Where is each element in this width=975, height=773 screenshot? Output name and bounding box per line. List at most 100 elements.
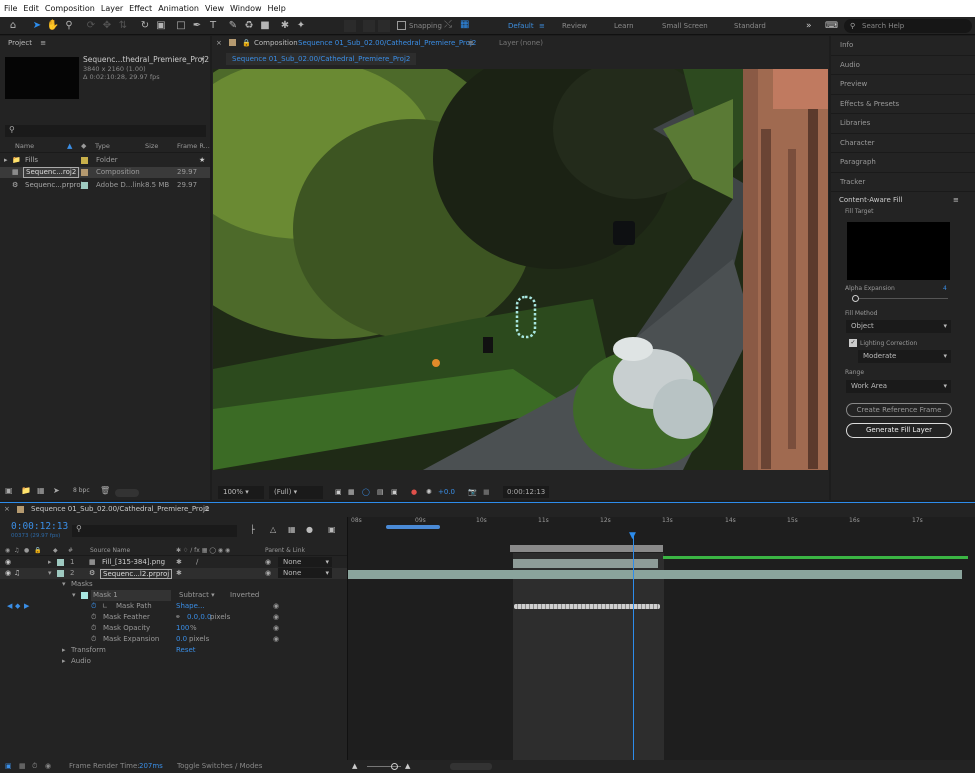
transform-row[interactable]: ▸ Transform Reset [0,645,347,656]
project-row-composition[interactable]: ▦ Sequenc...roj2 Composition 29.97 [0,167,210,178]
sort-arrow-icon[interactable]: ▲ [67,142,72,150]
menu-effect[interactable]: Effect [129,4,152,13]
panel-menu-icon[interactable]: ≡ [953,194,959,206]
axis-view-icon[interactable] [378,20,390,32]
alpha-expansion-slider[interactable] [853,298,948,299]
zoom-out-icon[interactable]: ▲ [352,760,357,773]
parent-select[interactable]: None ▾ [278,557,332,567]
prop-value[interactable]: Shape... [176,601,205,612]
next-keyframe-icon[interactable]: ▶ [24,601,29,612]
zoom-in-icon[interactable]: ▲ [405,760,410,773]
mask-mode-select[interactable]: Subtract ▾ [179,590,215,601]
video-switch-icon[interactable]: ◉ [5,545,10,556]
channel-icon[interactable]: ● [411,484,417,500]
project-search-input[interactable]: ⚲ [5,125,206,137]
snap-feature-icon[interactable]: ▦ [460,19,469,30]
label-color-chip[interactable] [57,559,64,566]
render-time-icon[interactable]: ◉ [45,760,51,773]
horizontal-scrollbar[interactable] [450,763,492,770]
project-row-dynamic-link[interactable]: ⚙ Sequenc...prproj Adobe D...link 8.5 MB… [0,180,210,191]
region-icon[interactable]: ▣ [335,484,342,500]
eraser-tool-icon[interactable]: ■ [258,19,272,33]
quality-switch-icon[interactable]: ∕ [196,557,198,568]
axis-world-icon[interactable] [363,20,375,32]
source-name-header[interactable]: Source Name [90,545,130,556]
expand-arrow-icon[interactable]: ▸ [4,155,8,166]
workspaces-overflow-icon[interactable]: » [806,17,812,35]
label-color-chip[interactable] [81,169,88,176]
transform-reset[interactable]: Reset [176,645,196,656]
graph-icon[interactable]: ∟ [102,601,108,612]
workspace-review[interactable]: Review [562,17,587,35]
panel-menu-icon[interactable]: ≡ [204,503,210,516]
masks-group-row[interactable]: ▾ Masks [0,579,347,590]
expression-pickwhip-icon[interactable]: ◉ [273,634,279,645]
lock-icon[interactable]: 🔒 [242,36,251,50]
audio-row[interactable]: ▸ Audio [0,656,347,667]
mask-opacity-row[interactable]: ⏱ Mask Opacity 100 % ◉ [0,623,347,634]
col-frame-rate[interactable]: Frame R... [177,142,210,150]
pan-tool-icon[interactable]: ✥ [100,19,114,33]
timeline-timecode[interactable]: 0:00:12:13 [11,521,68,532]
composition-tab-name[interactable]: Sequence 01_Sub_02.00/Cathedral_Premiere… [298,36,476,50]
parent-select[interactable]: None ▾ [278,568,332,578]
notifications-icon[interactable]: ⌨ [825,17,838,35]
menu-animation[interactable]: Animation [158,4,199,13]
menu-edit[interactable]: Edit [23,4,39,13]
panel-info[interactable]: Info [831,36,975,56]
dolly-tool-icon[interactable]: ⇅ [116,19,130,33]
rotate-tool-icon[interactable]: ↻ [138,19,152,33]
thumbnail-size-slider[interactable] [115,489,139,497]
delete-icon[interactable]: 🗑 [100,486,110,495]
layer-name[interactable]: Fill_[315-384].png [102,557,165,568]
views-icon[interactable]: ▣ [391,484,398,500]
label-color-chip[interactable] [81,182,88,189]
expression-pickwhip-icon[interactable]: ◉ [273,601,279,612]
composition-tab-label[interactable]: Composition [254,36,298,50]
alpha-expansion-value[interactable]: 4 [943,285,947,292]
mask-expansion-row[interactable]: ⏱ Mask Expansion 0.0 pixels ◉ [0,634,347,645]
shy-switch-icon[interactable]: ✱ [176,568,182,579]
panel-menu-icon[interactable]: ≡ [468,36,474,50]
draft-3d-icon[interactable]: △ [270,525,276,534]
menu-window[interactable]: Window [230,4,262,13]
zoom-select[interactable]: 100% ▾ [218,486,264,499]
panel-character[interactable]: Character [831,134,975,153]
mask-color-chip[interactable] [81,592,88,599]
composition-viewer[interactable] [213,69,828,470]
layer-name[interactable]: Sequenc...l2.prproj [100,569,173,579]
mask-path-row[interactable]: ◀ ◆ ▶ ⏱ ∟ Mask Path Shape... ◉ [0,601,347,612]
menu-layer[interactable]: Layer [101,4,123,13]
brush-tool-icon[interactable]: ✎ [226,19,240,33]
flowchart-icon[interactable]: ★ [199,155,205,166]
panel-menu-icon[interactable]: ≡ [40,39,46,47]
motion-blur-icon[interactable]: ● [306,525,313,534]
mask-inverted-label[interactable]: Inverted [230,590,259,601]
snap-options-icon[interactable]: ⤯ [444,19,452,30]
expand-arrow-icon[interactable]: ▸ [48,557,52,568]
transfer-controls-icon[interactable]: ▦ [19,760,26,773]
panel-preview[interactable]: Preview [831,75,975,95]
timeline-tab-name[interactable]: Sequence 01_Sub_02.00/Cathedral_Premiere… [31,503,209,516]
axis-mode-icon[interactable] [344,20,356,32]
snapshot-icon[interactable]: 📷 [468,484,477,500]
prop-value[interactable]: 100 [176,623,189,634]
panel-audio[interactable]: Audio [831,56,975,75]
eye-icon[interactable]: ◉ [5,568,11,579]
puppet-tool-icon[interactable]: ✦ [294,19,308,33]
project-row-folder[interactable]: ▸ 📁 Fills Folder ★ [0,155,210,166]
pan-behind-tool-icon[interactable]: ▣ [154,19,168,33]
close-icon[interactable]: × [216,36,222,50]
mask-name[interactable]: Mask 1 [91,590,171,601]
guides-icon[interactable]: ▤ [377,484,384,500]
create-reference-frame-button[interactable]: Create Reference Frame [846,403,952,417]
type-tool-icon[interactable]: T [206,19,220,33]
work-area-bar[interactable] [510,545,663,552]
mask-visibility-icon[interactable]: ◯ [362,484,370,500]
viewer-timecode[interactable]: 0:00:12:13 [503,486,550,498]
pickwhip-icon[interactable]: ◉ [265,568,271,579]
adjust-project-icon[interactable]: ➤ [53,486,60,495]
new-folder-icon[interactable]: 📁 [21,486,31,495]
collapse-arrow-icon[interactable]: ▾ [48,568,52,579]
parent-link-header[interactable]: Parent & Link [265,545,305,556]
